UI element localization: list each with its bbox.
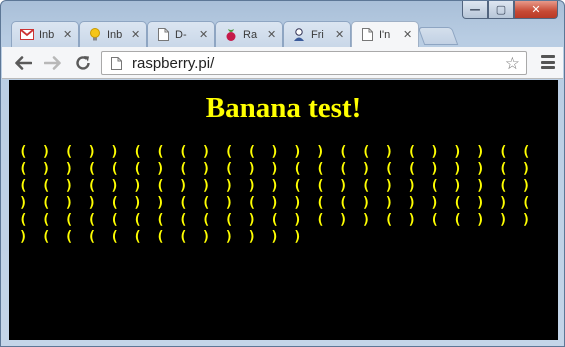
reload-button[interactable] xyxy=(72,52,94,74)
document-icon xyxy=(360,28,374,42)
tab-raspberry[interactable]: Ra ✕ xyxy=(215,21,283,47)
browser-window: — ▢ ✕ Inb ✕ Inb ✕ D- ✕ Ra ✕ Fri ✕ I'n ✕ … xyxy=(0,0,565,347)
maximize-button[interactable]: ▢ xyxy=(488,1,514,19)
hamburger-line xyxy=(541,66,555,69)
tab-inbox[interactable]: Inb ✕ xyxy=(79,21,147,47)
toolbar: raspberry.pi/ ☆ xyxy=(2,47,563,79)
tab-active[interactable]: I'n ✕ xyxy=(351,21,419,47)
page-heading: Banana test! xyxy=(205,92,362,124)
parentheses-text: ( ) ( ) ) ( ( ( ) ( ( ) ) ) ( ( ) ( ) ) … xyxy=(19,144,532,245)
window-controls: — ▢ ✕ xyxy=(462,1,558,21)
tab-title: Ra xyxy=(243,28,258,41)
tab-friends[interactable]: Fri ✕ xyxy=(283,21,351,47)
forward-button[interactable] xyxy=(42,52,64,74)
minimize-button[interactable]: — xyxy=(462,1,488,19)
document-icon xyxy=(156,28,170,42)
tab-doc[interactable]: D- ✕ xyxy=(147,21,215,47)
back-button[interactable] xyxy=(12,52,34,74)
raspberry-icon xyxy=(224,28,238,42)
person-icon xyxy=(292,27,306,42)
address-bar[interactable]: raspberry.pi/ ☆ xyxy=(101,51,527,75)
lightbulb-icon xyxy=(88,27,102,42)
tab-title: D- xyxy=(175,28,187,41)
tab-title: Inb xyxy=(39,28,55,41)
page-viewport: Banana test! ( ) ( ) ) ( ( ( ) ( ( ) ) )… xyxy=(9,80,558,340)
close-tab-icon[interactable]: ✕ xyxy=(267,28,276,41)
tab-strip: Inb ✕ Inb ✕ D- ✕ Ra ✕ Fri ✕ I'n ✕ xyxy=(11,21,481,47)
url-text: raspberry.pi/ xyxy=(132,54,215,72)
close-window-button[interactable]: ✕ xyxy=(514,1,558,19)
tab-gmail[interactable]: Inb ✕ xyxy=(11,21,79,47)
gmail-icon xyxy=(20,28,34,42)
close-tab-icon[interactable]: ✕ xyxy=(63,28,72,41)
tab-title: Fri xyxy=(311,28,324,41)
page-icon xyxy=(108,55,124,71)
hamburger-line xyxy=(541,60,555,64)
tab-title: Inb xyxy=(107,28,123,41)
hamburger-line xyxy=(541,55,555,58)
forward-arrow-icon xyxy=(44,56,61,70)
back-arrow-icon xyxy=(15,56,32,70)
close-tab-icon[interactable]: ✕ xyxy=(199,28,208,41)
close-tab-icon[interactable]: ✕ xyxy=(335,28,344,41)
tab-title: I'n xyxy=(379,28,391,41)
close-tab-icon[interactable]: ✕ xyxy=(403,28,412,41)
close-tab-icon[interactable]: ✕ xyxy=(131,28,140,41)
reload-icon xyxy=(76,56,90,70)
new-tab-button[interactable] xyxy=(417,27,459,45)
menu-button[interactable] xyxy=(541,55,555,69)
bookmark-star-icon[interactable]: ☆ xyxy=(505,54,520,74)
